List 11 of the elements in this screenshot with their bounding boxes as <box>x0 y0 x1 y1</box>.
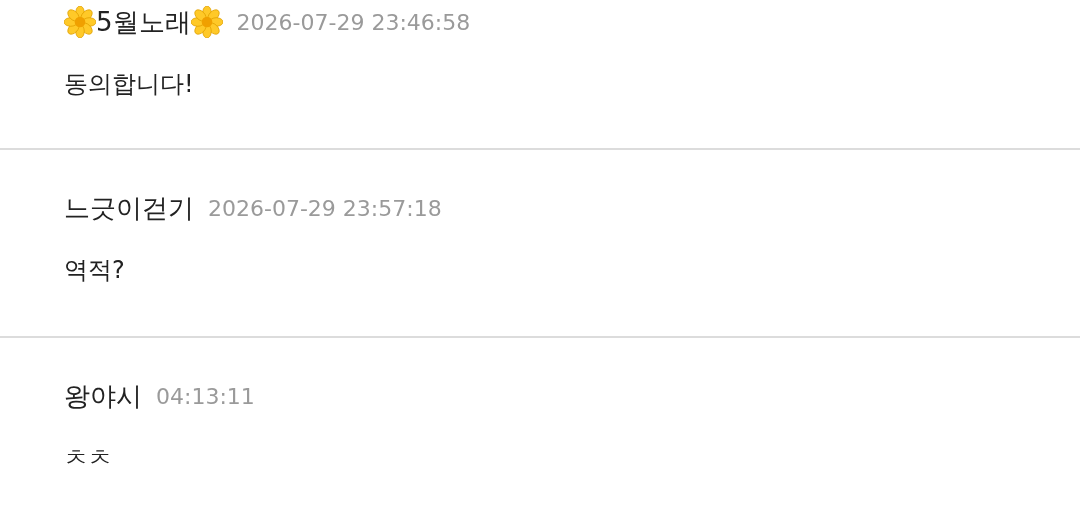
username[interactable]: 왕야시 <box>64 378 142 414</box>
timestamp: 04:13:11 <box>156 383 255 409</box>
flower-icon <box>64 6 96 38</box>
comment-text: 동의합니다! <box>64 69 195 100</box>
timestamp: 2026-07-29 23:57:18 <box>208 195 442 221</box>
username[interactable]: 느긋이걷기 <box>64 190 194 226</box>
comment-text: ㅊㅊ <box>64 443 113 474</box>
timestamp: 2026-07-29 23:46:58 <box>236 9 471 35</box>
comment-text: 역적? <box>64 255 126 286</box>
flower-icon <box>190 6 223 38</box>
username[interactable]: 5월노래 <box>96 4 191 40</box>
